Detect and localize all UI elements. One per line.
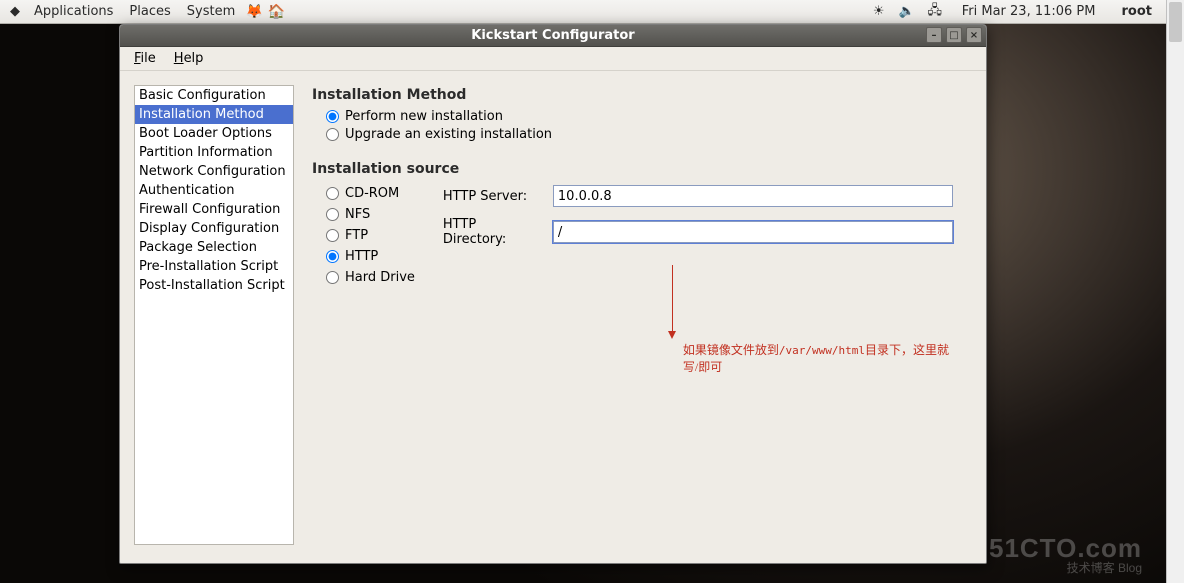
sidebar-item-authentication[interactable]: Authentication [135,181,293,200]
category-sidebar: Basic ConfigurationInstallation MethodBo… [134,85,294,545]
install-source-option-ftp[interactable]: FTP [326,228,415,243]
distributor-logo-icon[interactable]: ◆ [6,3,24,21]
sidebar-item-network-configuration[interactable]: Network Configuration [135,162,293,181]
install-method-radio-0[interactable] [326,110,339,123]
install-source-radio-4[interactable] [326,271,339,284]
install-source-option-nfs[interactable]: NFS [326,207,415,222]
http-server-input[interactable] [553,185,953,207]
http-directory-input[interactable] [553,221,953,243]
user-menu[interactable]: root [1112,4,1163,19]
sidebar-item-partition-information[interactable]: Partition Information [135,143,293,162]
install-source-radio-0[interactable] [326,187,339,200]
menu-help[interactable]: Help [166,49,212,68]
menu-system[interactable]: System [179,2,243,21]
menu-places[interactable]: Places [121,2,178,21]
menu-applications[interactable]: Applications [26,2,121,21]
sidebar-item-boot-loader-options[interactable]: Boot Loader Options [135,124,293,143]
section-installation-source: Installation source [312,161,974,177]
firefox-launcher-icon[interactable]: 🦊 [245,3,263,21]
sidebar-item-firewall-configuration[interactable]: Firewall Configuration [135,200,293,219]
update-notifier-icon[interactable]: ☀ [870,3,888,21]
annotation-arrowhead-icon [668,331,676,339]
sidebar-item-display-configuration[interactable]: Display Configuration [135,219,293,238]
desktop-background: ◆ Applications Places System 🦊 🏠 ☀ 🔈 🖧 F… [0,0,1166,583]
install-source-label-2: FTP [345,228,368,243]
gnome-top-panel: ◆ Applications Places System 🦊 🏠 ☀ 🔈 🖧 F… [0,0,1166,24]
watermark: 51CTO.com 技术博客 Blog [989,535,1142,575]
install-method-label-0: Perform new installation [345,109,503,124]
install-source-label-4: Hard Drive [345,270,415,285]
volume-icon[interactable]: 🔈 [898,3,916,21]
install-source-option-cd-rom[interactable]: CD-ROM [326,186,415,201]
window-minimize-button[interactable]: – [926,27,942,43]
install-source-radio-2[interactable] [326,229,339,242]
install-source-radio-1[interactable] [326,208,339,221]
window-close-button[interactable]: × [966,27,982,43]
content-pane: Installation Method Perform new installa… [312,85,974,551]
install-source-radio-3[interactable] [326,250,339,263]
sidebar-item-package-selection[interactable]: Package Selection [135,238,293,257]
install-source-option-http[interactable]: HTTP [326,249,415,264]
sidebar-item-installation-method[interactable]: Installation Method [135,105,293,124]
install-method-option-1[interactable]: Upgrade an existing installation [326,127,974,142]
kickstart-configurator-window: Kickstart Configurator – □ × File Help B… [119,24,987,564]
menu-file[interactable]: File [126,49,164,68]
annotation-text: 如果镜像文件放到/var/www/html目录下，这里就写/即可 [683,341,953,375]
install-source-label-1: NFS [345,207,370,222]
sidebar-item-basic-configuration[interactable]: Basic Configuration [135,86,293,105]
install-source-option-hard-drive[interactable]: Hard Drive [326,270,415,285]
install-source-label-3: HTTP [345,249,378,264]
install-source-label-0: CD-ROM [345,186,399,201]
network-icon[interactable]: 🖧 [926,3,944,21]
nautilus-home-icon[interactable]: 🏠 [267,3,285,21]
annotation-arrow [672,265,673,333]
window-maximize-button[interactable]: □ [946,27,962,43]
install-method-option-0[interactable]: Perform new installation [326,109,974,124]
http-directory-label: HTTP Directory: [443,217,543,247]
sidebar-item-post-installation-script[interactable]: Post-Installation Script [135,276,293,295]
section-installation-method: Installation Method [312,87,974,103]
sidebar-item-pre-installation-script[interactable]: Pre-Installation Script [135,257,293,276]
window-title: Kickstart Configurator [471,28,634,43]
window-titlebar[interactable]: Kickstart Configurator – □ × [120,25,986,47]
outer-scrollbar[interactable] [1166,0,1184,583]
menubar: File Help [120,47,986,71]
clock[interactable]: Fri Mar 23, 11:06 PM [952,4,1106,19]
http-server-label: HTTP Server: [443,189,543,204]
install-method-radio-1[interactable] [326,128,339,141]
install-method-label-1: Upgrade an existing installation [345,127,552,142]
